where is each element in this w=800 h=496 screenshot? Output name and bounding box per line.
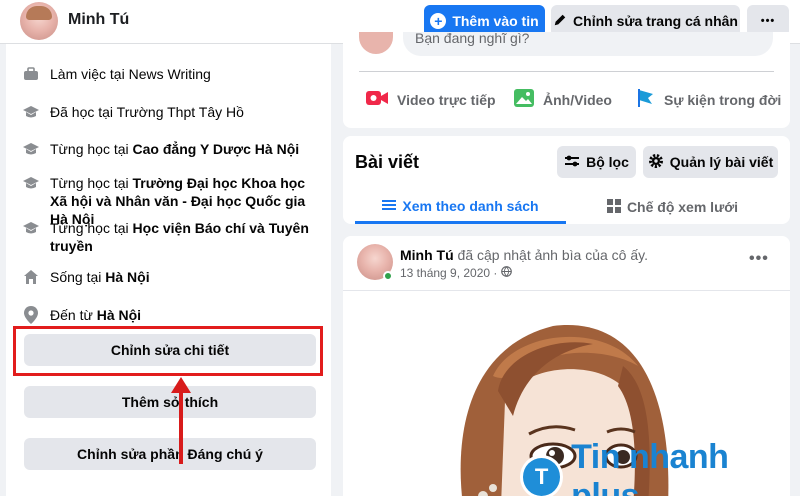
filter-button[interactable]: Bộ lọc: [557, 146, 636, 178]
watermark-text: Tin nhanh plus: [571, 438, 729, 496]
intro-text: Từng học tại Học viện Báo chí và Tuyên t…: [50, 220, 309, 254]
posts-title: Bài viết: [355, 152, 420, 172]
briefcase-icon: [22, 65, 40, 83]
intro-item-from: Đến từ Hà Nội: [22, 306, 322, 324]
photo-video-icon: [513, 88, 535, 111]
intro-text: Từng học tại Cao đẳng Y Dược Hà Nội: [50, 141, 300, 157]
post-header-text: Minh Tú đã cập nhật ảnh bìa của cô ấy.: [400, 247, 648, 263]
posts-section-header: Bài viết Bộ lọc Quản lý bài viết Xem the…: [343, 136, 790, 224]
tab-grid-view[interactable]: Chế độ xem lưới: [567, 190, 778, 224]
edit-profile-label: Chỉnh sửa trang cá nhân: [573, 13, 738, 29]
intro-item-education: Từng học tại Cao đẳng Y Dược Hà Nội: [22, 140, 322, 158]
life-event-flag-icon: [636, 88, 656, 111]
tab-list-view[interactable]: Xem theo danh sách: [355, 190, 566, 224]
intro-card: Làm việc tại News Writing Đã học tại Trư…: [6, 44, 331, 496]
watermark: T Tin nhanh plus: [520, 438, 800, 496]
intro-item-education: Đã học tại Trường Thpt Tây Hồ: [22, 103, 322, 121]
pencil-icon: [553, 13, 567, 30]
filter-sliders-icon: [564, 154, 580, 171]
intro-text: Làm việc tại News Writing: [50, 66, 211, 82]
intro-item-work: Làm việc tại News Writing: [22, 65, 322, 83]
post-date[interactable]: 13 tháng 9, 2020 ·: [400, 266, 497, 280]
post-more-button[interactable]: •••: [749, 250, 769, 268]
plus-icon: +: [430, 13, 447, 29]
location-pin-icon: [22, 306, 40, 324]
edit-featured-button[interactable]: Chỉnh sửa phần Đáng chú ý: [24, 438, 316, 470]
graduation-cap-icon: [22, 174, 40, 192]
gear-icon: [648, 153, 664, 172]
watermark-logo: T: [520, 455, 564, 496]
divider: [343, 290, 790, 291]
divider: [359, 71, 774, 72]
post-composer: Bạn đang nghĩ gì? Video trực tiếp Ảnh/Vi…: [343, 32, 790, 128]
life-event-button[interactable]: Sự kiện trong đời: [636, 88, 781, 111]
intro-item-education: Từng học tại Học viện Báo chí và Tuyên t…: [22, 219, 322, 255]
intro-item-lives-in: Sống tại Hà Nội: [22, 268, 322, 286]
list-icon: [382, 198, 397, 214]
intro-text: Đã học tại Trường Thpt Tây Hồ: [50, 104, 244, 120]
live-video-button[interactable]: Video trực tiếp: [365, 88, 496, 111]
add-story-label: Thêm vào tin: [452, 13, 539, 29]
globe-icon: [501, 266, 513, 280]
profile-name[interactable]: Minh Tú: [68, 11, 129, 29]
add-hobbies-button[interactable]: Thêm sở thích: [24, 386, 316, 418]
more-icon: •••: [760, 15, 776, 27]
manage-posts-button[interactable]: Quản lý bài viết: [643, 146, 778, 178]
graduation-cap-icon: [22, 140, 40, 158]
grid-icon: [606, 198, 621, 216]
annotation-arrow-shaft: [179, 390, 183, 464]
graduation-cap-icon: [22, 219, 40, 237]
home-icon: [22, 268, 40, 286]
post-author[interactable]: Minh Tú: [400, 247, 454, 263]
photo-video-button[interactable]: Ảnh/Video: [513, 88, 612, 111]
graduation-cap-icon: [22, 103, 40, 121]
status-input[interactable]: Bạn đang nghĩ gì?: [403, 32, 773, 56]
highlight-annotation-box: [13, 326, 323, 376]
avatar: [359, 32, 393, 54]
post-meta: 13 tháng 9, 2020 ·: [400, 266, 513, 280]
live-video-icon: [365, 88, 389, 111]
intro-text: Đến từ Hà Nội: [50, 307, 142, 323]
avatar[interactable]: [20, 2, 58, 40]
online-status-dot: [383, 271, 393, 281]
intro-text: Sống tại Hà Nội: [50, 269, 150, 285]
